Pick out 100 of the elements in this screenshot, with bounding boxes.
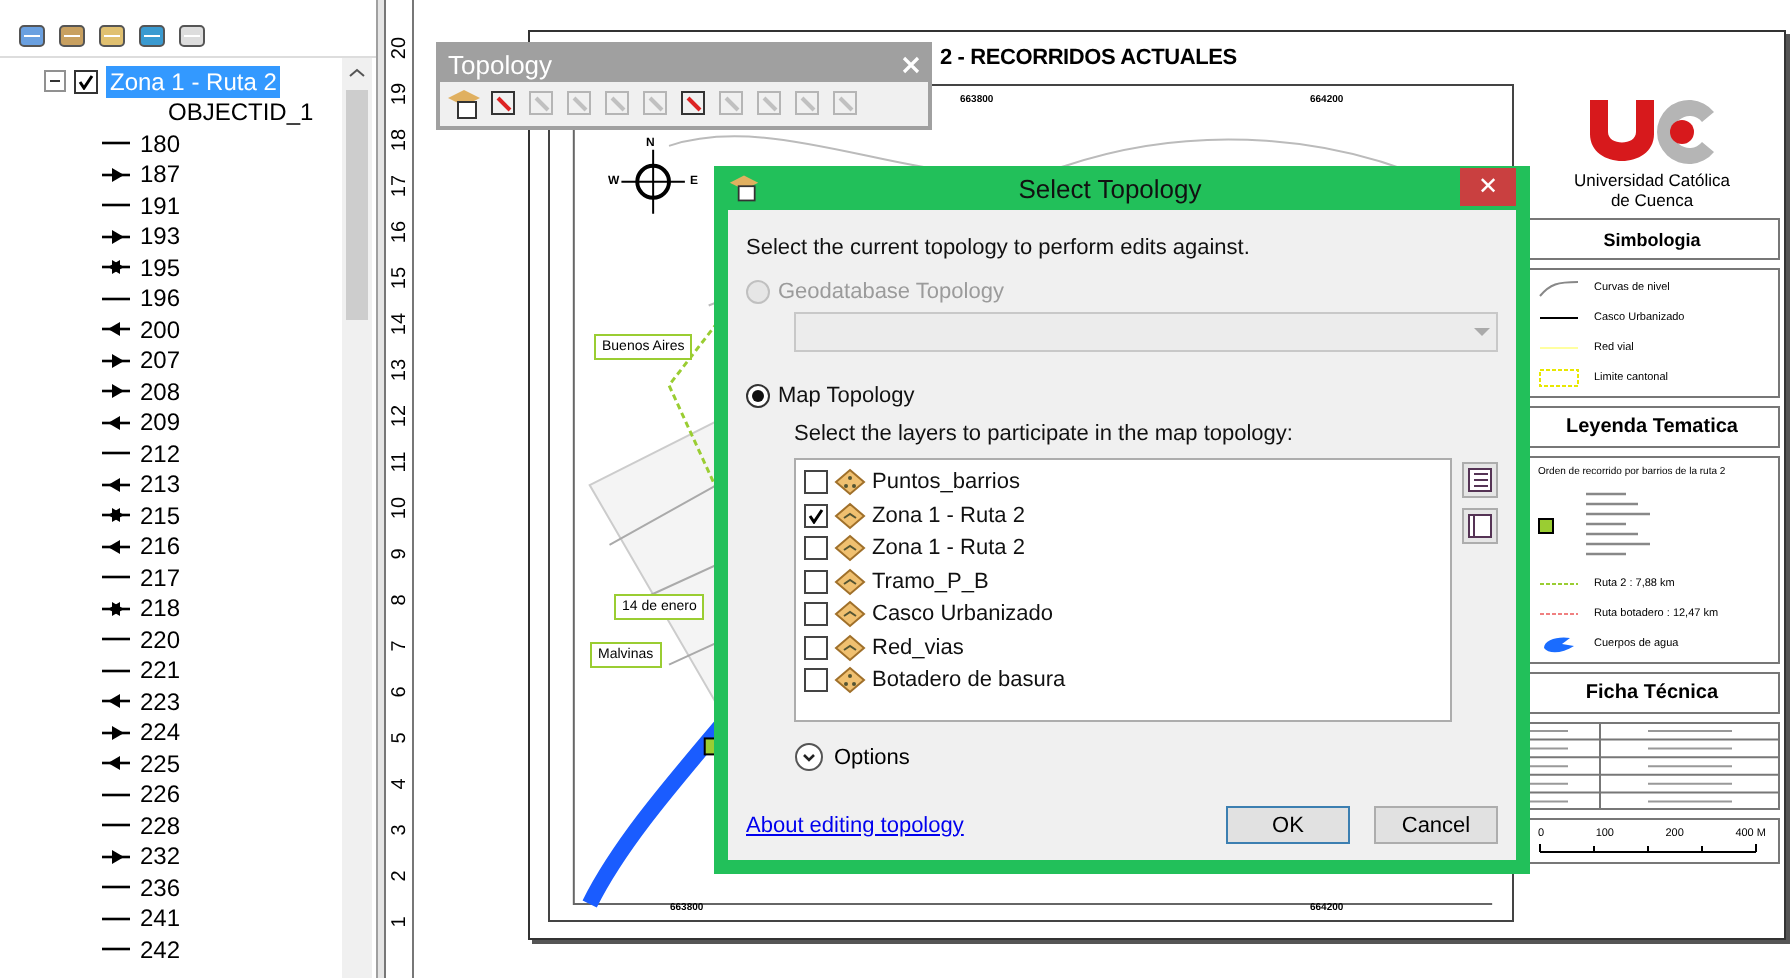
dialog-title: Select Topology — [1018, 173, 1202, 203]
class-label: 216 — [140, 532, 181, 561]
ruler-number: 12 — [389, 402, 413, 431]
class-label: 224 — [140, 718, 181, 747]
legend-symbol-icon — [1538, 368, 1582, 388]
chevron-down-icon[interactable] — [794, 742, 824, 772]
layer-checkbox[interactable] — [804, 635, 828, 660]
line-symbol-icon — [100, 258, 132, 277]
scroll-thumb[interactable] — [346, 90, 368, 320]
line-symbol-icon — [100, 165, 132, 184]
layer-symbol-icon — [834, 468, 866, 497]
ruler-number: 10 — [389, 494, 413, 523]
ruler-number: 18 — [389, 126, 413, 155]
ruler-number: 14 — [389, 310, 413, 339]
layer-name: Puntos_barrios — [872, 470, 1020, 495]
class-label: 191 — [140, 191, 181, 220]
line-symbol-icon — [100, 227, 132, 246]
class-label: 218 — [140, 594, 181, 623]
class-label: 236 — [140, 873, 181, 902]
class-label: 180 — [140, 129, 181, 158]
line-symbol-icon — [100, 413, 132, 432]
layer-checkbox[interactable] — [74, 69, 98, 94]
layer-name: Zona 1 - Ruta 2 — [872, 536, 1025, 561]
instruction-text: Select the current topology to perform edits against. — [746, 236, 1252, 260]
layer-checkbox[interactable] — [804, 602, 828, 627]
class-label: 209 — [140, 408, 181, 437]
line-symbol-icon — [100, 723, 132, 742]
square-symbol-icon — [1538, 518, 1554, 534]
class-label: 221 — [140, 656, 181, 685]
class-label: 220 — [140, 625, 181, 654]
line-symbol-icon — [100, 692, 132, 711]
class-label: 213 — [140, 470, 181, 499]
layer-checkbox[interactable] — [804, 569, 828, 594]
class-label: 208 — [140, 377, 181, 406]
ruler-number: 15 — [389, 264, 413, 293]
class-label: 241 — [140, 904, 181, 933]
options-toggle[interactable]: Options — [794, 742, 910, 772]
radio-option[interactable]: Map Topology — [746, 384, 1498, 408]
ruler-number: 4 — [389, 776, 413, 794]
layer-name: Zona 1 - Ruta 2 — [872, 503, 1025, 528]
line-symbol-icon — [100, 847, 132, 866]
checkmark-icon — [78, 73, 94, 90]
close-button[interactable]: ✕ — [1459, 167, 1516, 205]
clear-all-button[interactable] — [1462, 508, 1498, 544]
line-symbol-icon — [100, 537, 132, 556]
class-label: 187 — [140, 160, 181, 189]
ruler-number: 2 — [389, 868, 413, 886]
panel-icon — [1468, 514, 1492, 538]
cancel-button[interactable]: Cancel — [1374, 806, 1498, 844]
layer-name: Tramo_P_B — [872, 569, 989, 594]
ruler-number: 7 — [389, 638, 413, 656]
class-label: 228 — [140, 811, 181, 840]
topology-icon — [728, 172, 760, 204]
select-all-button[interactable] — [1462, 462, 1498, 498]
section-heading: Simbologia — [1524, 218, 1780, 260]
class-label: 207 — [140, 346, 181, 375]
class-label: 200 — [140, 315, 181, 344]
layer-checkbox[interactable] — [804, 536, 828, 561]
class-label: 242 — [140, 935, 181, 964]
line-symbol-icon — [100, 599, 132, 618]
ruler-number: 8 — [389, 592, 413, 610]
logo-icon — [1586, 96, 1718, 168]
class-label: 217 — [140, 563, 181, 592]
ruler-number: 11 — [389, 449, 413, 477]
section-heading: Leyenda Tematica — [1524, 406, 1780, 448]
ruler-number: 16 — [389, 218, 413, 247]
institution-name: Universidad Católica de Cuenca — [1572, 170, 1732, 210]
layer-symbol-icon — [834, 600, 866, 629]
scrollbar[interactable] — [342, 58, 372, 978]
layer-symbol-icon — [834, 501, 866, 530]
help-link[interactable]: About editing topology — [746, 813, 964, 837]
ruler-number: 1 — [389, 914, 413, 932]
class-label: 196 — [140, 284, 181, 313]
ruler-number: 5 — [389, 730, 413, 748]
ruler-number: 17 — [389, 172, 413, 201]
layer-checkbox[interactable] — [804, 503, 828, 528]
scale-bar-icon — [1538, 844, 1758, 854]
section-heading: Ficha Técnica — [1524, 672, 1780, 714]
layer-name: Red_vias — [872, 635, 964, 660]
line-symbol-icon — [100, 506, 132, 525]
line-symbol-icon — [100, 382, 132, 401]
topology-icon[interactable] — [446, 88, 482, 120]
close-icon[interactable] — [902, 55, 920, 73]
line-symbol-icon — [100, 475, 132, 494]
ruler-number: 9 — [389, 546, 413, 564]
layer-name: Casco Urbanizado — [872, 602, 1053, 627]
layer-checkbox[interactable] — [804, 470, 828, 495]
list-caption: Select the layers to participate in the map topology: — [794, 422, 1295, 446]
layer-name: Botadero de basura — [872, 668, 1066, 693]
class-label: 195 — [140, 253, 181, 282]
line-symbol-icon — [100, 320, 132, 339]
class-label: 212 — [140, 439, 181, 468]
legend-symbol-icon — [1538, 278, 1582, 298]
layer-symbol-icon — [834, 534, 866, 563]
field-name: OBJECTID_1 — [168, 98, 314, 127]
layer-symbol-icon — [834, 633, 866, 662]
layer-symbol-icon — [834, 567, 866, 596]
ok-button[interactable]: OK — [1226, 806, 1350, 844]
ruler-number: 13 — [389, 356, 413, 385]
layer-checkbox[interactable] — [804, 668, 828, 693]
